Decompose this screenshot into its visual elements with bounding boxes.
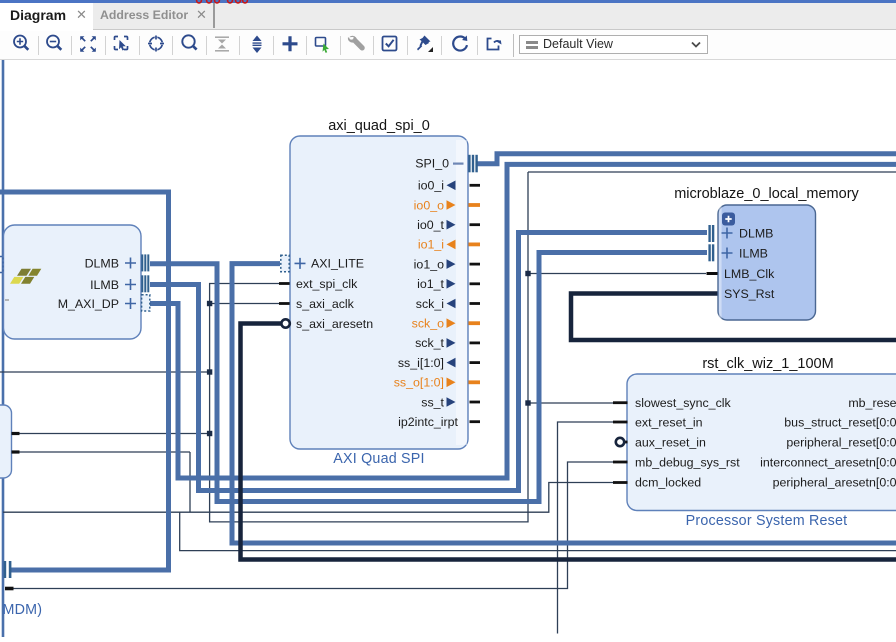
svg-text:rst_clk_wiz_1_100M: rst_clk_wiz_1_100M: [702, 356, 833, 372]
svg-text:DLMB: DLMB: [739, 226, 773, 240]
svg-text:ss_i[1:0]: ss_i[1:0]: [398, 356, 444, 370]
svg-text:s_axi_aclk: s_axi_aclk: [296, 297, 355, 311]
svg-text:AXI_LITE: AXI_LITE: [311, 257, 364, 271]
svg-text:axi_quad_spi_0: axi_quad_spi_0: [328, 118, 430, 134]
svg-text:ext_spi_clk: ext_spi_clk: [296, 277, 358, 291]
svg-text:sck_o: sck_o: [412, 317, 444, 331]
svg-text:AXI Quad SPI: AXI Quad SPI: [333, 451, 424, 467]
svg-text:interconnect_aresetn[0:0]: interconnect_aresetn[0:0]: [760, 455, 896, 469]
svg-text:slowest_sync_clk: slowest_sync_clk: [635, 396, 732, 410]
svg-text:ILMB: ILMB: [739, 246, 768, 260]
svg-text:sck_i: sck_i: [416, 297, 444, 311]
svg-text:peripheral_reset[0:0]: peripheral_reset[0:0]: [786, 435, 896, 449]
svg-text:ext_reset_in: ext_reset_in: [635, 415, 703, 429]
svg-text:mb_debug_sys_rst: mb_debug_sys_rst: [635, 455, 740, 469]
svg-text:Processor System Reset: Processor System Reset: [686, 513, 848, 529]
svg-text:sck_t: sck_t: [415, 336, 444, 350]
svg-text:bus_struct_reset[0:0]: bus_struct_reset[0:0]: [784, 415, 896, 429]
svg-text:LMB_Clk: LMB_Clk: [724, 267, 775, 281]
svg-text:peripheral_aresetn[0:0]: peripheral_aresetn[0:0]: [773, 475, 896, 489]
svg-text:SPI_0: SPI_0: [415, 157, 449, 171]
svg-text:ip2intc_irpt: ip2intc_irpt: [398, 415, 458, 429]
svg-text:io1_i: io1_i: [418, 238, 444, 252]
svg-text:ss_o[1:0]: ss_o[1:0]: [394, 376, 444, 390]
svg-text:M_AXI_DP: M_AXI_DP: [58, 297, 119, 311]
svg-text:aux_reset_in: aux_reset_in: [635, 435, 706, 449]
svg-text:DLMB: DLMB: [85, 256, 119, 270]
svg-text:MDM): MDM): [3, 602, 43, 618]
svg-text:mb_reset: mb_reset: [848, 396, 896, 410]
svg-text:io0_i: io0_i: [418, 179, 444, 193]
svg-text:SYS_Rst: SYS_Rst: [724, 287, 775, 301]
svg-text:io1_t: io1_t: [417, 277, 444, 291]
svg-text:ss_t: ss_t: [421, 395, 444, 409]
svg-text:io1_o: io1_o: [414, 257, 444, 271]
svg-text:io0_o: io0_o: [414, 198, 444, 212]
svg-text:s_axi_aresetn: s_axi_aresetn: [296, 317, 373, 331]
svg-text:io0_t: io0_t: [417, 218, 444, 232]
svg-text:microblaze_0_local_memory: microblaze_0_local_memory: [674, 186, 859, 202]
svg-text:dcm_locked: dcm_locked: [635, 475, 701, 489]
svg-text:ILMB: ILMB: [90, 278, 119, 292]
